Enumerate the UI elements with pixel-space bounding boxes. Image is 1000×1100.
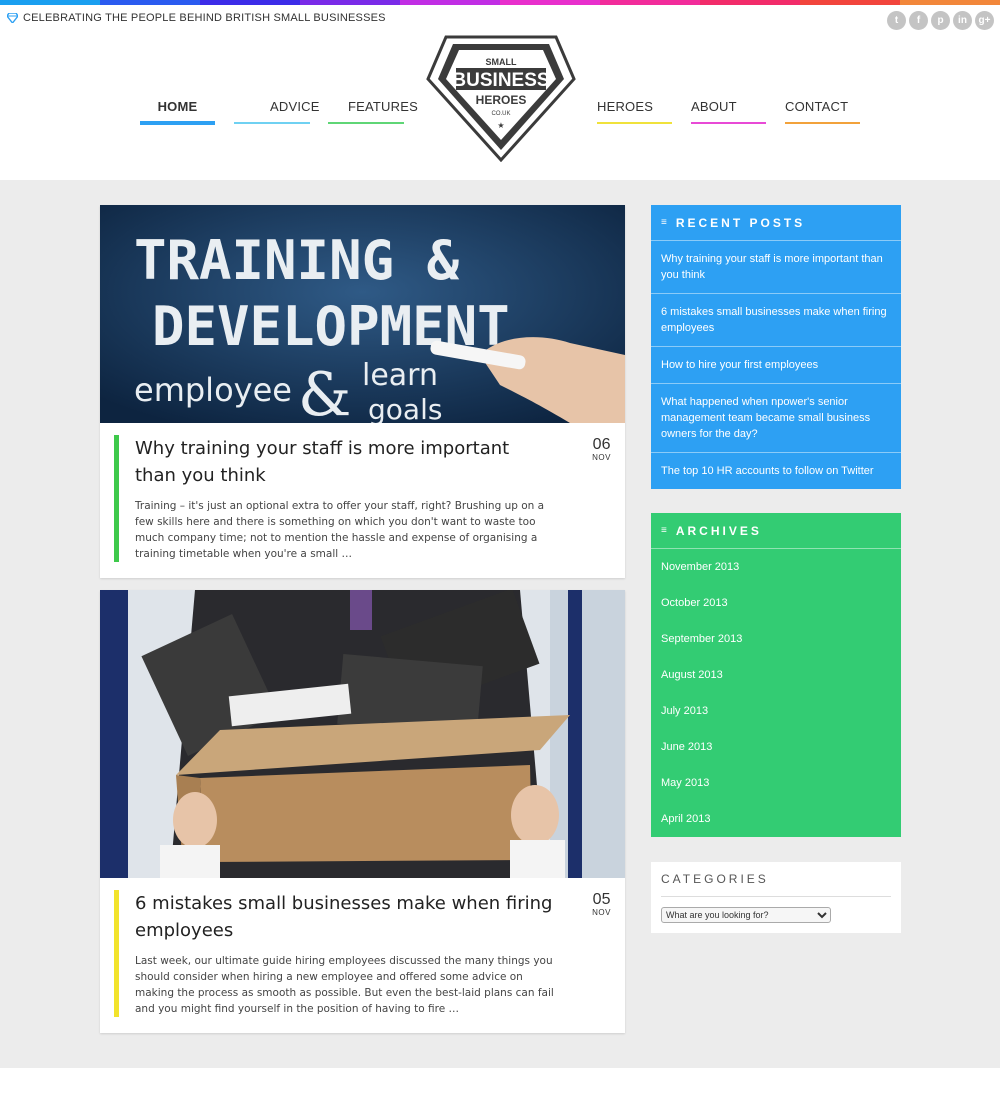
linkedin-icon[interactable]: in <box>953 11 972 30</box>
post-body: Why training your staff is more importan… <box>100 423 625 578</box>
post-month: NOV <box>592 453 611 462</box>
categories-select[interactable]: What are you looking for? <box>661 907 831 923</box>
archives-heading: ARCHIVES <box>675 523 762 538</box>
archives-title: ≡ ARCHIVES <box>651 513 901 549</box>
nav-contact[interactable]: CONTACT <box>785 99 860 124</box>
nav-advice-label: ADVICE <box>270 99 320 114</box>
tagline-text: CELEBRATING THE PEOPLE BEHIND BRITISH SM… <box>23 12 386 24</box>
nav-contact-label: CONTACT <box>785 99 849 114</box>
post-day: 05 <box>592 891 611 908</box>
post-card: 6 mistakes small businesses make when fi… <box>100 590 625 1033</box>
color-strip-segment <box>700 0 800 5</box>
archive-link[interactable]: August 2013 <box>651 657 901 693</box>
color-strip-segment <box>100 0 200 5</box>
post-date: 06 NOV <box>592 436 611 463</box>
site-logo[interactable]: SMALL BUSINESS HEROES CO.UK ★ <box>426 34 576 163</box>
recent-post-link[interactable]: Why training your staff is more importan… <box>651 241 901 294</box>
post-accent-bar <box>114 890 119 1017</box>
post-image-firing[interactable] <box>100 590 625 878</box>
nav-heroes[interactable]: HEROES <box>597 99 672 124</box>
cardboard-box <box>176 715 570 862</box>
categories-heading: CATEGORIES <box>661 872 891 897</box>
chalk-employee: employee <box>134 371 292 409</box>
logo-small: SMALL <box>486 57 517 67</box>
post-excerpt: Training – it's just an optional extra t… <box>135 500 545 560</box>
nav-about-underline <box>691 122 766 124</box>
categories-widget: CATEGORIES What are you looking for? <box>651 862 901 933</box>
nav-heroes-label: HEROES <box>597 99 654 114</box>
social-links: t f p in g+ <box>887 11 994 30</box>
chalk-training: TRAINING & <box>134 229 460 292</box>
pinterest-icon[interactable]: p <box>931 11 950 30</box>
menu-lines-icon: ≡ <box>661 217 667 228</box>
recent-posts-heading: RECENT POSTS <box>675 215 806 230</box>
archive-link[interactable]: May 2013 <box>651 765 901 801</box>
color-strip-segment <box>300 0 400 5</box>
archive-link[interactable]: November 2013 <box>651 549 901 585</box>
post-card: TRAINING & DEVELOPMENT employee learn go… <box>100 205 625 578</box>
diamond-icon <box>7 13 18 23</box>
color-strip-segment <box>600 0 700 5</box>
top-color-strip <box>0 0 1000 5</box>
nav-home[interactable]: HOME <box>140 99 215 125</box>
nav-features-label: FEATURES <box>348 99 418 114</box>
recent-posts-title: ≡ RECENT POSTS <box>651 205 901 241</box>
color-strip-segment <box>900 0 1000 5</box>
archive-link[interactable]: September 2013 <box>651 621 901 657</box>
nav-about[interactable]: ABOUT <box>691 99 766 124</box>
googleplus-icon[interactable]: g+ <box>975 11 994 30</box>
recent-post-link[interactable]: How to hire your first employees <box>651 347 901 384</box>
nav-features[interactable]: FEATURES <box>328 99 418 124</box>
logo-couk: CO.UK <box>491 111 510 117</box>
menu-lines-icon: ≡ <box>661 525 667 536</box>
nav-about-label: ABOUT <box>691 99 737 114</box>
post-excerpt: Last week, our ultimate guide hiring emp… <box>135 955 554 1015</box>
archive-link[interactable]: June 2013 <box>651 729 901 765</box>
post-date: 05 NOV <box>592 891 611 918</box>
recent-posts-list: Why training your staff is more importan… <box>651 241 901 489</box>
color-strip-segment <box>0 0 100 5</box>
post-month: NOV <box>592 908 611 917</box>
nav-home-label: HOME <box>157 99 198 114</box>
svg-text:&: & <box>298 360 351 423</box>
color-strip-segment <box>800 0 900 5</box>
color-strip-segment <box>500 0 600 5</box>
post-title[interactable]: Why training your staff is more importan… <box>135 435 555 489</box>
logo-heroes: HEROES <box>476 93 527 107</box>
nav-contact-underline <box>785 122 860 124</box>
post-image-training[interactable]: TRAINING & DEVELOPMENT employee learn go… <box>100 205 625 423</box>
color-strip-segment <box>200 0 300 5</box>
post-day: 06 <box>592 436 611 453</box>
archive-link[interactable]: October 2013 <box>651 585 901 621</box>
logo-business: BUSINESS <box>452 70 549 91</box>
nav-home-underline <box>140 121 215 125</box>
twitter-icon[interactable]: t <box>887 11 906 30</box>
recent-post-link[interactable]: The top 10 HR accounts to follow on Twit… <box>651 453 901 489</box>
color-strip-segment <box>400 0 500 5</box>
nav-features-underline <box>328 122 404 124</box>
facebook-icon[interactable]: f <box>909 11 928 30</box>
recent-post-link[interactable]: What happened when npower's senior manag… <box>651 384 901 453</box>
archive-link[interactable]: July 2013 <box>651 693 901 729</box>
nav-advice-underline <box>234 122 310 124</box>
archives-list: November 2013 October 2013 September 2013 A… <box>651 549 901 837</box>
archive-link[interactable]: April 2013 <box>651 801 901 837</box>
post-accent-bar <box>114 435 119 562</box>
nav-heroes-underline <box>597 122 672 124</box>
recent-post-link[interactable]: 6 mistakes small businesses make when fi… <box>651 294 901 347</box>
logo-star-icon: ★ <box>497 121 504 130</box>
archives-widget: ≡ ARCHIVES November 2013 October 2013 Sept… <box>651 513 901 837</box>
chalk-learn: learn <box>362 358 438 393</box>
post-title[interactable]: 6 mistakes small businesses make when fi… <box>135 890 555 944</box>
site-tagline: CELEBRATING THE PEOPLE BEHIND BRITISH SM… <box>7 12 386 24</box>
chalk-goals: goals <box>368 393 442 423</box>
post-body: 6 mistakes small businesses make when fi… <box>100 878 625 1033</box>
recent-posts-widget: ≡ RECENT POSTS Why training your staff i… <box>651 205 901 489</box>
nav-advice[interactable]: ADVICE <box>234 99 319 124</box>
